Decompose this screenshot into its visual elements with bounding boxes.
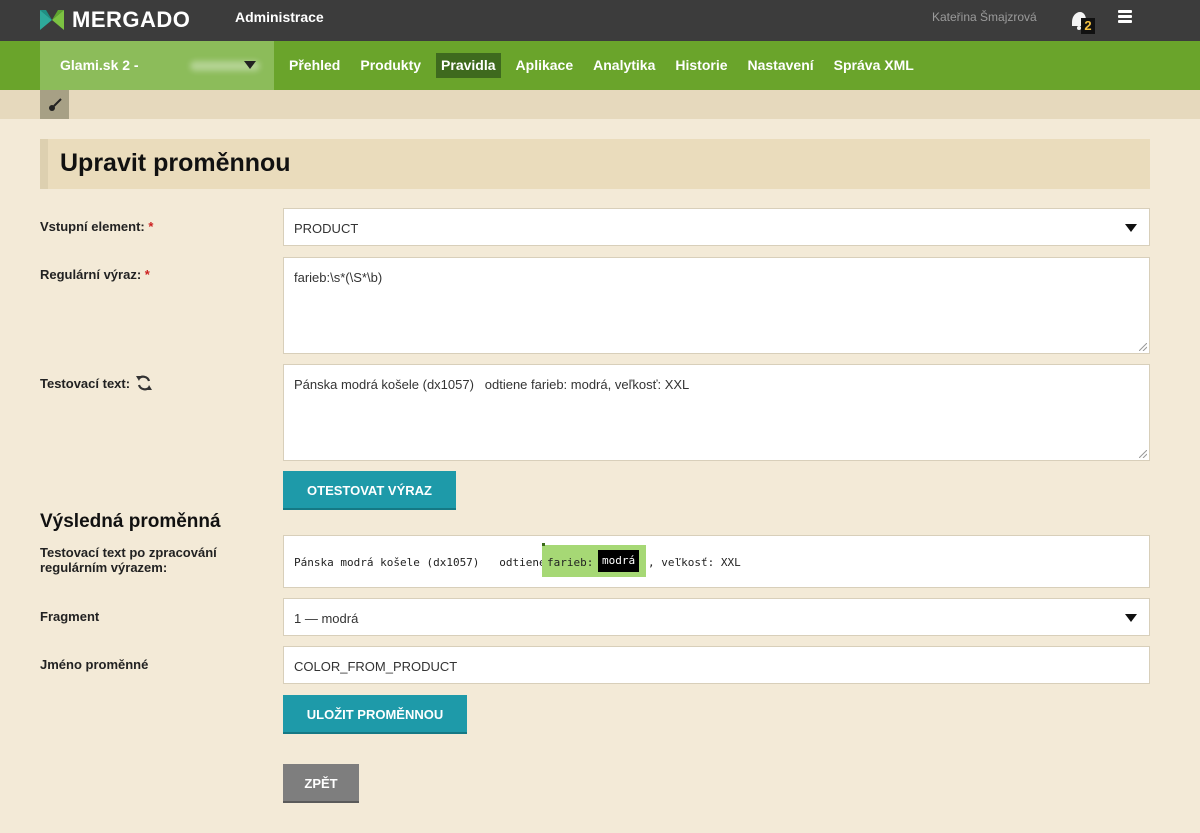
notification-count-badge: 2 <box>1081 18 1095 34</box>
nav-items: Přehled Produkty Pravidla Aplikace Analy… <box>284 53 929 78</box>
resize-grip-icon[interactable] <box>1139 450 1147 458</box>
rules-tab[interactable] <box>40 90 69 119</box>
caret-down-icon <box>1125 224 1137 232</box>
shop-selector[interactable]: Glami.sk 2 - <box>40 41 274 90</box>
variable-name-label: Jméno proměnné <box>40 657 149 672</box>
required-mark: * <box>148 219 154 234</box>
mergado-logo-icon <box>40 10 64 30</box>
regex-value: farieb:\s*(\S*\b) <box>294 270 383 285</box>
top-bar: MERGADO Administrace Kateřina Šmajzrová … <box>0 0 1200 41</box>
brand-name: MERGADO <box>72 7 191 32</box>
mergado-logo[interactable]: MERGADO <box>40 6 190 34</box>
page-heading: Upravit proměnnou <box>40 139 1150 189</box>
capture-group-text: modrá <box>602 554 636 567</box>
fragment-label: Fragment <box>40 609 100 624</box>
input-element-label: Vstupní element: * <box>40 219 154 234</box>
required-mark: * <box>144 267 150 282</box>
variable-name-value: COLOR_FROM_PRODUCT <box>294 659 458 674</box>
sub-toolbar <box>0 90 1200 119</box>
result-section-title: Výsledná proměnná <box>40 511 221 532</box>
page-title: Upravit proměnnou <box>60 149 291 177</box>
resize-grip-icon[interactable] <box>1139 343 1147 351</box>
nav-item-pravidla[interactable]: Pravidla <box>436 53 501 78</box>
save-variable-button[interactable]: ULOŽIT PROMĚNNOU <box>283 695 467 734</box>
caret-down-icon <box>1125 614 1137 622</box>
nav-item-historie[interactable]: Historie <box>670 53 732 78</box>
test-text-value: Pánska modrá košele (dx1057) odtiene far… <box>294 377 690 392</box>
test-text-textarea[interactable]: Pánska modrá košele (dx1057) odtiene far… <box>283 364 1150 461</box>
processed-text-output: Pánska modrá košele (dx1057) odtiene far… <box>283 535 1150 588</box>
match-start-marker <box>542 543 545 546</box>
user-name[interactable]: Kateřina Šmajzrová <box>932 10 1037 24</box>
processed-text-label: Testovací text po zpracování regulárním … <box>40 545 217 575</box>
processed-text-after: , veľkosť: XXL <box>648 556 741 569</box>
nav-item-sprava-xml[interactable]: Správa XML <box>829 53 919 78</box>
brush-icon <box>48 97 62 111</box>
processed-text-before: Pánska modrá košele (dx1057) odtiene <box>294 556 546 569</box>
back-button[interactable]: ZPĚT <box>283 764 359 803</box>
section-name[interactable]: Administrace <box>235 9 324 25</box>
regex-label: Regulární výraz: * <box>40 267 150 282</box>
refresh-icon[interactable] <box>135 374 153 392</box>
test-expression-button[interactable]: OTESTOVAT VÝRAZ <box>283 471 456 510</box>
nav-item-analytika[interactable]: Analytika <box>588 53 660 78</box>
shop-name: Glami.sk 2 - <box>60 57 139 73</box>
nav-item-prehled[interactable]: Přehled <box>284 53 345 78</box>
input-element-select[interactable]: PRODUCT <box>283 208 1150 246</box>
nav-item-aplikace[interactable]: Aplikace <box>511 53 579 78</box>
variable-name-input[interactable]: COLOR_FROM_PRODUCT <box>283 646 1150 684</box>
regex-textarea[interactable]: farieb:\s*(\S*\b) <box>283 257 1150 354</box>
fragment-select[interactable]: 1 — modrá <box>283 598 1150 636</box>
nav-item-nastaveni[interactable]: Nastavení <box>743 53 819 78</box>
match-prefix: farieb: <box>547 556 600 569</box>
regex-match-highlight: farieb: modrá <box>542 543 658 577</box>
hamburger-menu-icon[interactable] <box>1118 10 1132 24</box>
nav-item-produkty[interactable]: Produkty <box>355 53 426 78</box>
main-navigation: Glami.sk 2 - Přehled Produkty Pravidla A… <box>0 41 1200 90</box>
test-text-label: Testovací text: <box>40 374 153 392</box>
input-element-value: PRODUCT <box>294 221 359 236</box>
capture-group-highlight: modrá <box>598 550 658 572</box>
fragment-value: 1 — modrá <box>294 611 359 626</box>
caret-down-icon <box>244 61 256 69</box>
